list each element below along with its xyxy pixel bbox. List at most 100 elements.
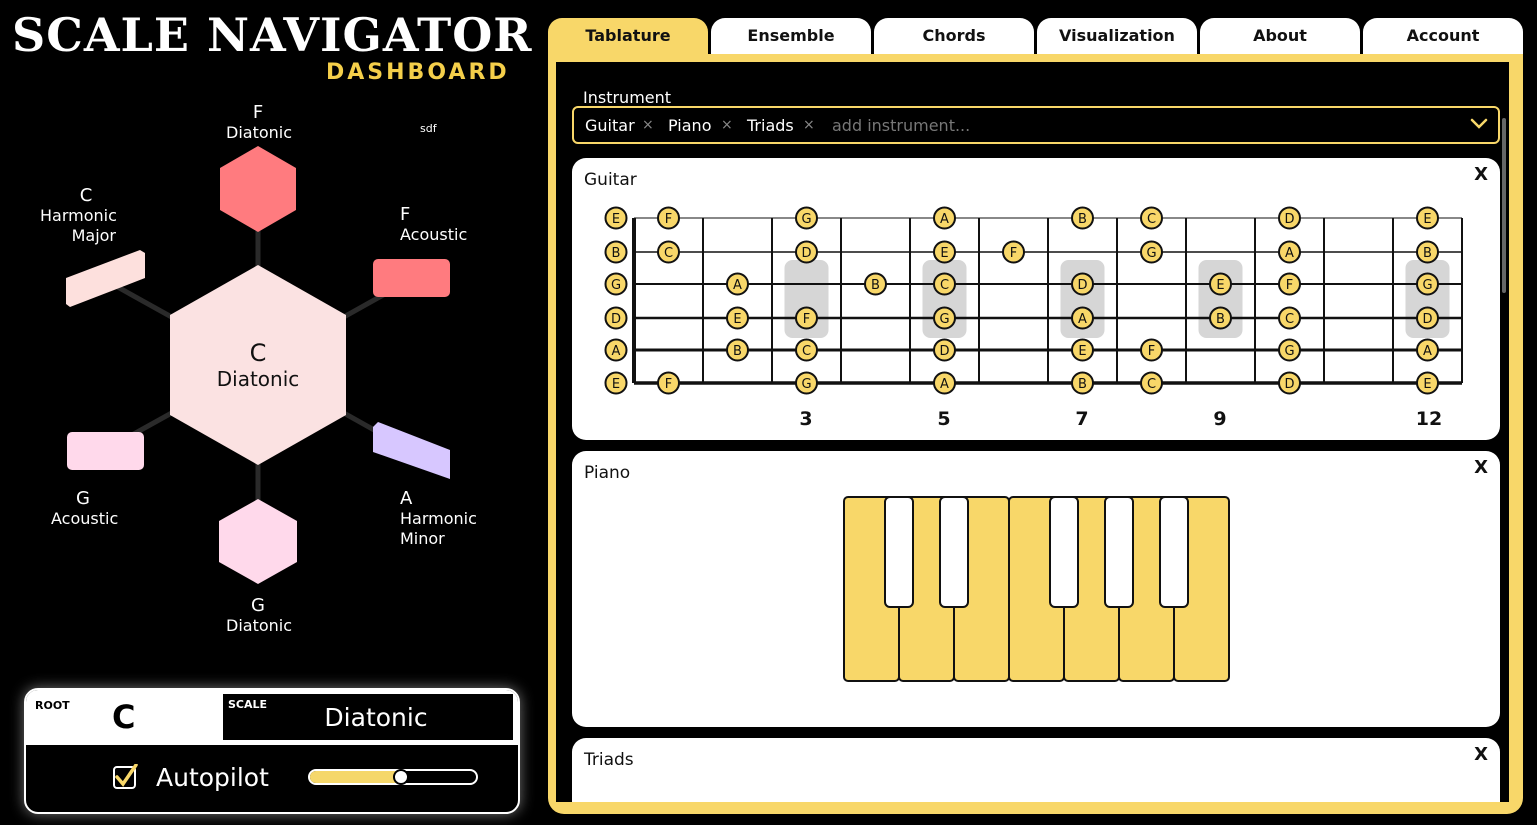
piano-black-key[interactable] [1104,496,1134,608]
fret-marker-3: 3 [799,408,813,430]
piano-keyboard[interactable] [572,451,1500,727]
scrollbar[interactable] [1502,118,1506,293]
fret-marker-7: 7 [1075,408,1089,430]
note-label: E [940,246,948,261]
fret-marker-12: 12 [1415,408,1443,430]
note-label: D [1284,377,1294,392]
center-scale-label: C Diatonic [216,339,300,391]
slider-knob[interactable] [393,769,410,785]
instrument-search-input[interactable]: add instrument... [832,116,970,135]
note-label: C [664,246,673,261]
chevron-down-icon[interactable] [1470,116,1488,132]
note-label: C [802,344,811,359]
note-label: B [1216,312,1225,327]
triads-card-title: Triads [584,750,634,770]
note-label: A [940,377,949,392]
note-label: D [1077,278,1087,293]
fret-marker-9: 9 [1213,408,1227,430]
note-label: E [1216,278,1224,293]
tab-ensemble[interactable]: Ensemble [711,18,871,54]
instrument-multiselect[interactable]: Guitar × Piano × Triads × add instrument… [572,106,1500,144]
fret-marker-5: 5 [937,408,951,430]
root-value[interactable]: C [112,698,135,736]
piano-card: Piano X [572,451,1500,727]
autopilot-label: Autopilot [156,763,269,792]
scale-node-top-right[interactable] [373,259,450,297]
note-label: E [1423,212,1431,227]
close-triads-button[interactable]: X [1474,744,1488,765]
node-label-bottom-right: A Harmonic Minor [400,488,477,549]
note-label: G [1422,278,1432,293]
remove-piano-icon[interactable]: × [721,117,733,133]
piano-black-key[interactable] [1049,496,1079,608]
note-label: A [940,212,949,227]
scale-selector[interactable]: SCALE Diatonic [223,694,513,740]
note-label: G [1146,246,1156,261]
instrument-tag-guitar: Guitar [585,116,635,135]
piano-black-key[interactable] [1159,496,1189,608]
note-label: C [940,278,949,293]
scale-control-panel: ROOT C SCALE Diatonic Autopilot [24,688,520,814]
tab-bar: Tablature Ensemble Chords Visualization … [548,18,1523,54]
note-label: C [1147,212,1156,227]
piano-black-key[interactable] [884,496,914,608]
note-label: A [612,344,621,359]
note-label: D [611,312,621,327]
tab-about[interactable]: About [1200,18,1360,54]
note-label: F [1286,278,1293,293]
scale-node-bottom[interactable] [219,499,297,584]
remove-guitar-icon[interactable]: × [642,117,654,133]
triads-card: Triads X [572,738,1500,802]
tab-chords[interactable]: Chords [874,18,1034,54]
node-label-top-left: C Harmonic Major [40,185,117,246]
root-caption: ROOT [35,699,70,712]
autopilot-speed-slider[interactable] [308,769,478,785]
note-label: G [939,312,949,327]
note-label: B [612,246,621,261]
note-label: D [1284,212,1294,227]
autopilot-checkbox[interactable] [112,764,138,790]
note-label: F [1010,246,1017,261]
note-label: E [612,377,620,392]
tab-tablature[interactable]: Tablature [548,18,708,54]
guitar-card: Guitar X EFGABCDEBCDEFGABGABCDEFGDEFGABC… [572,158,1500,440]
note-label: E [1423,377,1431,392]
scale-node-bottom-left[interactable] [67,432,144,470]
note-label: E [733,312,741,327]
note-label: B [1078,212,1087,227]
note-label: F [665,377,672,392]
note-label: D [939,344,949,359]
piano-black-key[interactable] [939,496,969,608]
instrument-tag-triads: Triads [747,116,794,135]
scale-value: Diatonic [324,703,428,732]
note-label: B [733,344,742,359]
note-label: B [871,278,880,293]
note-label: B [1078,377,1087,392]
node-label-top-right: F Acoustic [400,204,468,245]
node-label-top: F Diatonic [226,102,293,143]
node-label-bottom-left: G Acoustic [51,488,119,529]
tab-visualization[interactable]: Visualization [1037,18,1197,54]
note-label: A [733,278,742,293]
remove-triads-icon[interactable]: × [803,117,815,133]
node-label-bottom: G Diatonic [226,595,293,636]
note-label: A [1423,344,1432,359]
note-label: G [801,212,811,227]
scale-node-bottom-right[interactable] [373,422,450,479]
instrument-label: Instrument [583,88,672,107]
note-label: E [1078,344,1086,359]
app-title: SCALE NAVIGATOR [12,8,533,62]
note-label: C [1285,312,1294,327]
guitar-fretboard: E F G A B C D E B C D E F G A B G A B C D E F G D E F G A B C D A B C D E F G A… [604,206,1463,395]
note-label: D [1422,312,1432,327]
note-label: G [801,377,811,392]
note-label: C [1147,377,1156,392]
note-label: B [1423,246,1432,261]
app-subtitle: DASHBOARD [326,60,510,85]
instrument-tag-piano: Piano [668,116,712,135]
root-scale-bar: ROOT C SCALE Diatonic [26,690,518,745]
note-label: E [612,212,620,227]
tab-account[interactable]: Account [1363,18,1523,54]
tab-content: Instrument Guitar × Piano × Triads × add… [556,62,1509,802]
scale-node-top[interactable] [220,146,296,232]
